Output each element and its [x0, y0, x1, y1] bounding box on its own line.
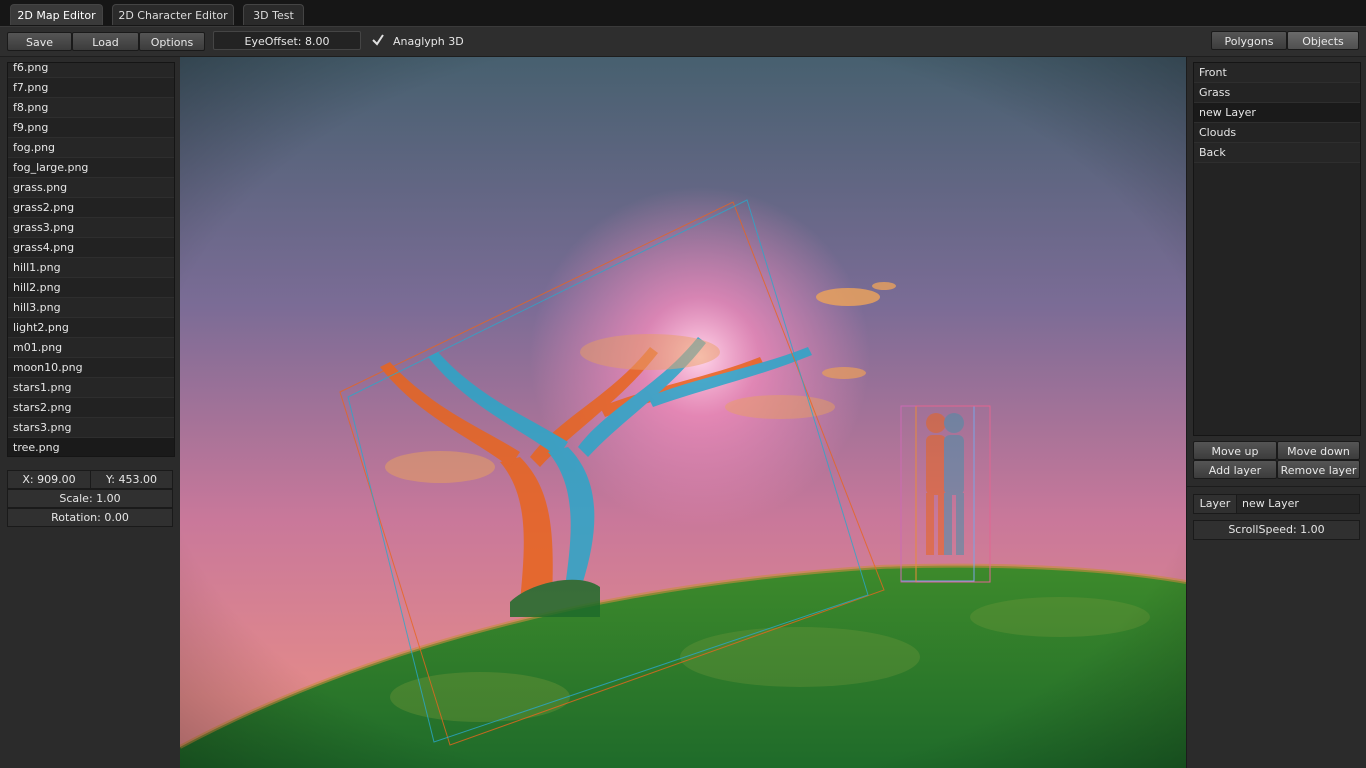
file-item[interactable]: hill3.png — [8, 298, 174, 318]
file-item[interactable]: light2.png — [8, 318, 174, 338]
file-item[interactable]: grass2.png — [8, 198, 174, 218]
divider — [1187, 486, 1366, 487]
layer-name-label: Layer — [1194, 495, 1237, 513]
map-canvas[interactable] — [180, 57, 1186, 768]
tab-3d-test[interactable]: 3D Test — [243, 4, 304, 25]
scroll-speed-field[interactable]: ScrollSpeed: 1.00 — [1193, 520, 1360, 540]
layer-list[interactable]: Front Grass new Layer Clouds Back — [1193, 62, 1361, 436]
scene-view — [180, 57, 1186, 768]
file-item[interactable]: f8.png — [8, 98, 174, 118]
file-item[interactable]: hill1.png — [8, 258, 174, 278]
checkmark-icon — [372, 34, 384, 46]
load-button[interactable]: Load — [72, 32, 139, 51]
anaglyph-checkbox[interactable] — [371, 33, 385, 47]
left-panel: f6.png f7.png f8.png f9.png fog.png fog_… — [0, 57, 180, 768]
layer-item[interactable]: Clouds — [1194, 123, 1360, 143]
file-item[interactable]: stars1.png — [8, 378, 174, 398]
toolbar: Save Load Options EyeOffset: 8.00 Anagly… — [0, 27, 1366, 57]
file-item[interactable]: f6.png — [8, 63, 174, 78]
file-list[interactable]: f6.png f7.png f8.png f9.png fog.png fog_… — [7, 62, 175, 457]
objects-tab-button[interactable]: Objects — [1287, 31, 1359, 50]
file-item[interactable]: f9.png — [8, 118, 174, 138]
tab-bar: 2D Map Editor 2D Character Editor 3D Tes… — [0, 0, 1366, 27]
file-item[interactable]: grass.png — [8, 178, 174, 198]
file-item[interactable]: grass3.png — [8, 218, 174, 238]
file-item[interactable]: moon10.png — [8, 358, 174, 378]
tab-2d-character-editor[interactable]: 2D Character Editor — [112, 4, 234, 25]
scale-field[interactable]: Scale: 1.00 — [7, 489, 173, 508]
scale-value: Scale: 1.00 — [59, 492, 121, 505]
file-item[interactable]: f7.png — [8, 78, 174, 98]
tab-2d-map-editor[interactable]: 2D Map Editor — [10, 4, 103, 25]
layer-name-input[interactable]: new Layer — [1237, 495, 1359, 513]
file-item[interactable]: fog.png — [8, 138, 174, 158]
file-item[interactable]: hill2.png — [8, 278, 174, 298]
move-down-button[interactable]: Move down — [1277, 441, 1360, 460]
add-layer-button[interactable]: Add layer — [1193, 460, 1277, 479]
layer-item-selected[interactable]: new Layer — [1194, 103, 1360, 123]
anaglyph-label: Anaglyph 3D — [393, 35, 464, 48]
file-item-selected[interactable]: tree.png — [8, 438, 174, 456]
x-field[interactable]: X: 909.00 — [8, 471, 91, 488]
rotation-field[interactable]: Rotation: 0.00 — [7, 508, 173, 527]
layer-item[interactable]: Back — [1194, 143, 1360, 163]
layer-item[interactable]: Front — [1194, 63, 1360, 83]
eye-offset-field[interactable]: EyeOffset: 8.00 — [213, 31, 361, 50]
rotation-value: Rotation: 0.00 — [51, 511, 129, 524]
right-panel: Front Grass new Layer Clouds Back Move u… — [1186, 57, 1366, 768]
file-item[interactable]: fog_large.png — [8, 158, 174, 178]
polygons-tab-button[interactable]: Polygons — [1211, 31, 1287, 50]
layer-item[interactable]: Grass — [1194, 83, 1360, 103]
y-field[interactable]: Y: 453.00 — [91, 471, 172, 488]
layer-name-row: Layer new Layer — [1193, 494, 1360, 514]
file-item[interactable]: m01.png — [8, 338, 174, 358]
options-button[interactable]: Options — [139, 32, 205, 51]
file-item[interactable]: grass4.png — [8, 238, 174, 258]
move-up-button[interactable]: Move up — [1193, 441, 1277, 460]
file-item[interactable]: stars2.png — [8, 398, 174, 418]
remove-layer-button[interactable]: Remove layer — [1277, 460, 1360, 479]
file-item[interactable]: stars3.png — [8, 418, 174, 438]
save-button[interactable]: Save — [7, 32, 72, 51]
position-row: X: 909.00 Y: 453.00 — [7, 470, 173, 489]
